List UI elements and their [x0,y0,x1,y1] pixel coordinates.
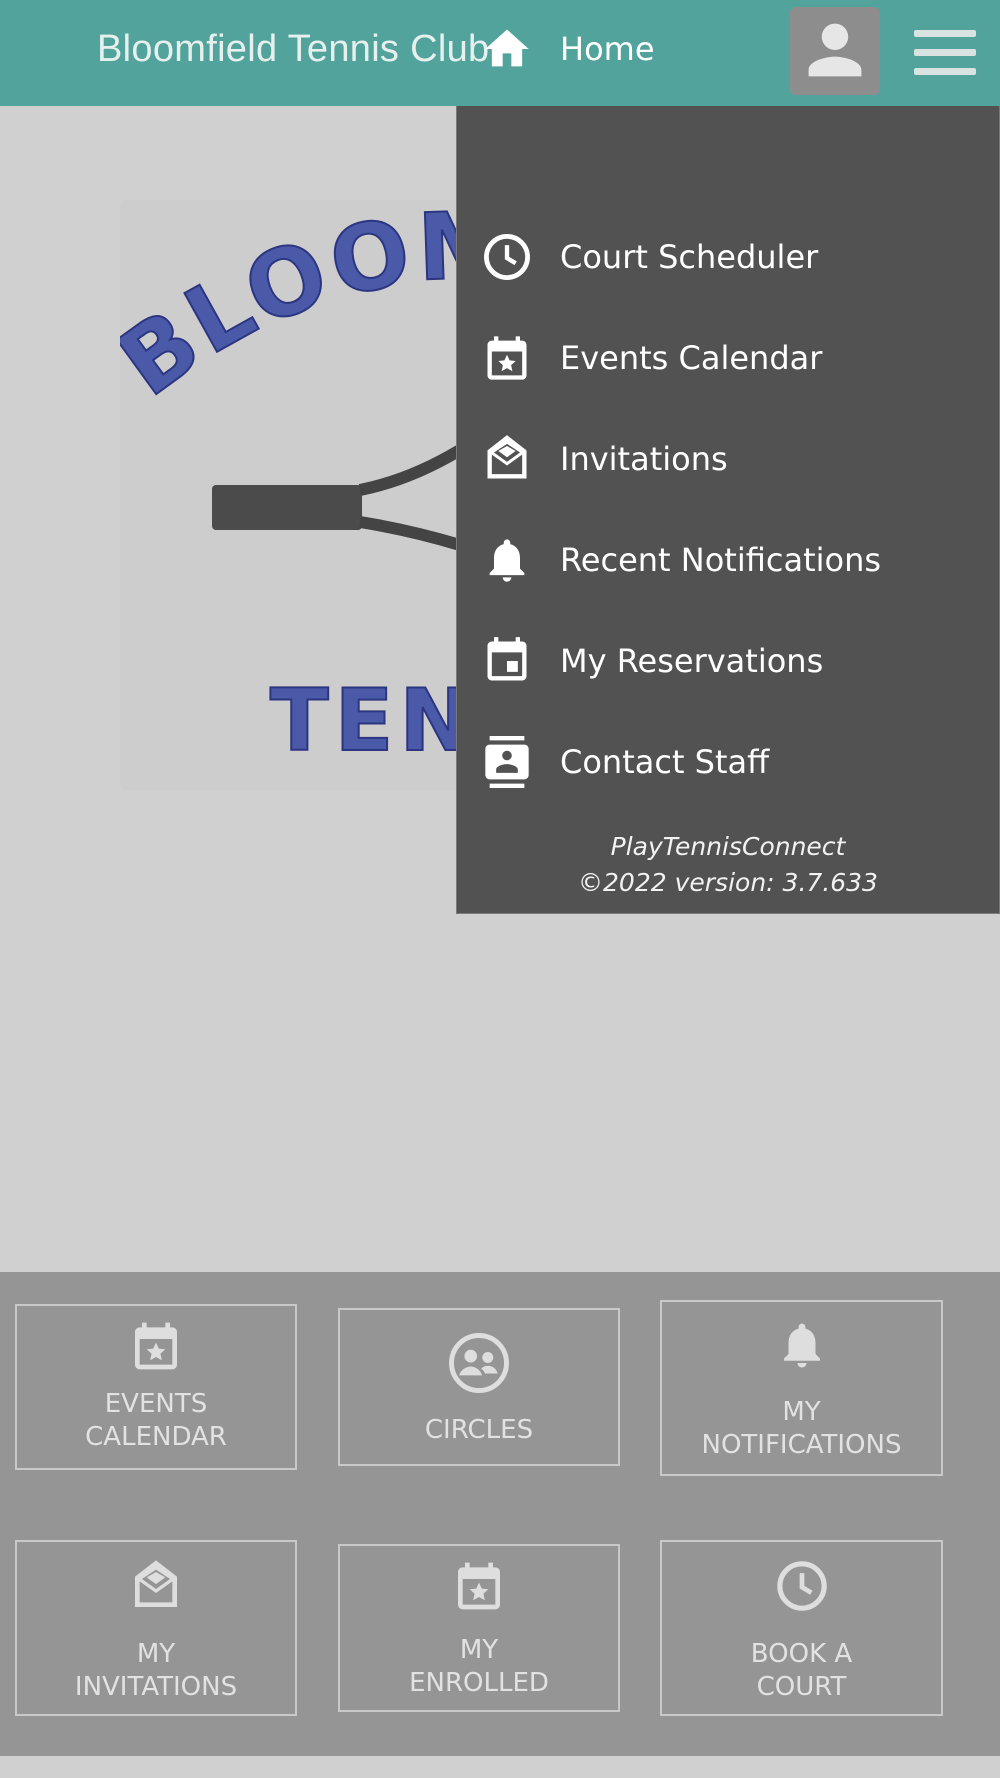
menu-item-contact-staff[interactable]: Contact Staff [457,712,999,812]
group-circle-icon [449,1333,509,1393]
app-name-footer: PlayTennisConnect [610,832,846,861]
menu-item-home[interactable]: Home [457,0,999,99]
home-icon [485,29,529,67]
bottom-strip [0,1756,1000,1778]
svg-text:BLOOMFIELD: BLOOMFIELD [120,200,460,417]
logo-bottom-text: TENNIS [270,671,460,771]
calendar-star-icon [487,336,527,380]
version-footer: ©2022 version: 3.7.633 [578,868,878,897]
tile-my-enrolled[interactable]: MY ENROLLED [338,1544,620,1712]
logo-top-text: BLOOMFIELD [120,200,460,418]
calendar-star-icon [135,1322,177,1370]
tile-events-calendar[interactable]: EVENTS CALENDAR [15,1304,297,1470]
calendar-star-icon [458,1562,500,1610]
navigation-dropdown: Home Court Scheduler Events Calendar Inv… [456,29,1000,914]
club-logo: BLOOMFIELD TENNIS [120,200,460,790]
tile-my-invitations[interactable]: MY INVITATIONS [15,1540,297,1716]
contact-card-icon [485,736,529,788]
calendar-icon [487,637,527,681]
tile-book-a-court[interactable]: BOOK A COURT [660,1540,943,1716]
bell-icon [783,1323,820,1368]
clock-icon [776,1561,827,1611]
bell-icon [489,539,525,582]
menu-item-invitations[interactable]: Invitations [457,409,999,509]
envelope-open-icon [487,435,527,479]
clock-icon [484,234,530,280]
menu-item-events-calendar[interactable]: Events Calendar [457,308,999,408]
tile-circles[interactable]: CIRCLES [338,1308,620,1466]
menu-item-my-reservations[interactable]: My Reservations [457,611,999,711]
quick-action-panel: EVENTS CALENDAR CIRCLES MY NOTIFICATIONS… [0,1272,1000,1756]
menu-item-recent-notifications[interactable]: Recent Notifications [457,510,999,610]
menu-item-court-scheduler[interactable]: Court Scheduler [457,207,999,307]
envelope-open-icon [135,1560,177,1607]
tile-my-notifications[interactable]: MY NOTIFICATIONS [660,1300,943,1476]
club-title: Bloomfield Tennis Club [97,28,490,70]
